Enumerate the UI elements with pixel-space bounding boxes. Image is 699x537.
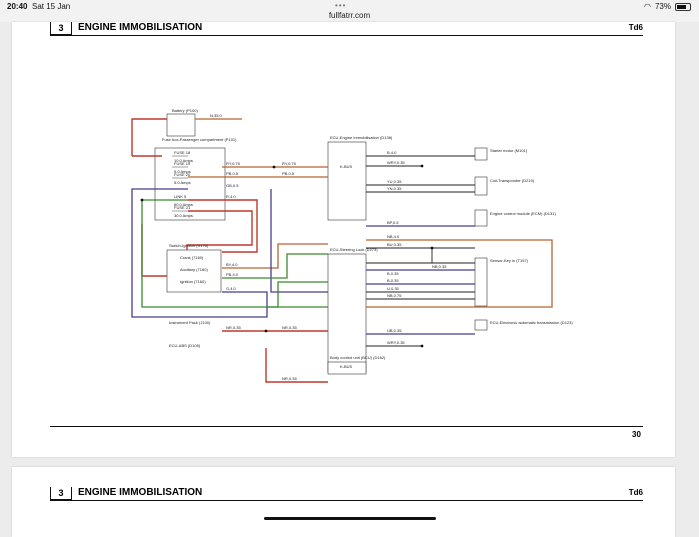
battery-percent: 73%	[654, 2, 671, 11]
status-indicators: ◠ 73%	[644, 2, 691, 11]
wire-label: WRY,0.35	[387, 160, 405, 165]
transponder-box	[474, 176, 488, 196]
label-transponder: Coil-Transponder (D219)	[490, 178, 535, 183]
fuse-label-1: FUSE 18	[174, 150, 191, 155]
wire-label: PB,0.5	[226, 171, 239, 176]
wire-label: NB,0.75	[387, 293, 402, 298]
label-starter: Starter motor (M101)	[490, 148, 528, 153]
wire-label: WRY,0.35	[387, 340, 405, 345]
wire-label: NB,0.35	[432, 264, 447, 269]
next-document-page: 3 ENGINE IMMOBILISATION Td6	[12, 467, 675, 537]
switch-state-1: Crank (7160)	[180, 255, 204, 260]
wire-label: B,4.0	[387, 150, 397, 155]
wire-label: NB,4.0	[387, 234, 400, 239]
label-transmission: ECU-Electronic automatic transmission (D…	[490, 320, 573, 325]
wire-label: B,0.35	[387, 278, 399, 283]
wiring-diagram: Battery (P100) Fuse box-Passenger compar…	[131, 108, 573, 383]
label-bcu: Body control unit (BCU) (D162)	[330, 355, 386, 360]
wire-label: G,4.0	[226, 286, 237, 291]
wire-label: B,0.35	[387, 271, 399, 276]
label-instrument-pack: Instrument Pack (J100)	[169, 320, 211, 325]
switch-state-3: Ignition (7160)	[180, 279, 206, 284]
wire-label: UB,0.35	[387, 328, 402, 333]
wire-label: BY,4.0	[226, 262, 238, 267]
status-bar: 20:40 Sat 15 Jan ••• fullfatrr.com ◠ 73%	[0, 0, 699, 22]
fuse-label-3: FUSE 19	[174, 161, 191, 166]
footer-rule	[50, 426, 643, 427]
wire-label: R,4.0	[226, 194, 236, 199]
battery-icon	[675, 2, 691, 11]
status-time: 20:40	[7, 2, 28, 11]
wire-label: NR,0.35	[282, 325, 297, 330]
wire-label: BU,0.35	[387, 242, 402, 247]
fuse-label-7: LINK 5	[174, 194, 187, 199]
section-number-next: 3	[50, 487, 72, 500]
wire-label: RY,0.75	[226, 161, 241, 166]
wire-label: NR,0.35	[226, 325, 241, 330]
engine-module-box	[474, 209, 488, 227]
label-kbus-lock: K-BUS	[340, 364, 353, 369]
document-page: 3 ENGINE IMMOBILISATION Td6 Battery (P10…	[12, 22, 675, 457]
status-date: Sat 15 Jan	[32, 2, 71, 11]
label-engine-module: Engine control module (ECM) (D131)	[490, 211, 556, 216]
transmission-box	[474, 319, 488, 331]
fuse-label-9: FUSE 21	[174, 205, 191, 210]
page-number: 30	[632, 430, 641, 439]
wire-label: YN,0.35	[387, 186, 402, 191]
home-indicator[interactable]	[264, 517, 436, 520]
wire-label: NR,0.35	[282, 376, 297, 381]
section-code-next: Td6	[628, 488, 643, 497]
wire-label: PB,0.5	[282, 171, 295, 176]
switch-state-2: Auxiliary (7160)	[180, 267, 208, 272]
starter-box	[474, 147, 488, 161]
section-title-next: ENGINE IMMOBILISATION	[78, 487, 203, 498]
ecm-box	[327, 141, 367, 221]
wire-label: RY,0.75	[282, 161, 297, 166]
label-ecm: ECU-Engine Immobilisation (D136)	[330, 135, 393, 140]
wire-label: BP,0.5	[387, 220, 399, 225]
sensor-key-box	[474, 257, 488, 307]
label-ecu-abs: ECU-ABS (D105)	[169, 343, 201, 348]
label-sensor-key: Sensor-Key in (T157)	[490, 258, 529, 263]
wire-label: YU,0.35	[387, 179, 402, 184]
address-url[interactable]: fullfatrr.com	[0, 11, 699, 20]
label-battery: Battery (P100)	[172, 108, 198, 113]
page-header-next: 3 ENGINE IMMOBILISATION Td6	[50, 487, 643, 501]
wire-label: PB,4.0	[226, 272, 239, 277]
battery-box	[166, 113, 196, 137]
label-switch: Switch-Ignition (S176)	[169, 243, 209, 248]
wifi-icon: ◠	[644, 2, 651, 11]
wire-label: GB,0.5	[226, 183, 239, 188]
fuse-label-5: FUSE 20	[174, 172, 191, 177]
label-fuse-box: Fuse box-Passenger compartment (P101)	[162, 137, 237, 142]
fuse-label-10: 30.0 Amps	[174, 213, 193, 218]
label-kbus-ecm: K-BUS	[340, 164, 353, 169]
fuse-label-6: 5.0 Amps	[174, 180, 191, 185]
wire-label: N,35.0	[210, 113, 223, 118]
label-steering-lock: ECU-Steering Lock (D273)	[330, 247, 378, 252]
multitask-dots-icon[interactable]: •••	[335, 1, 346, 10]
wire-label: U,0.35	[387, 286, 400, 291]
